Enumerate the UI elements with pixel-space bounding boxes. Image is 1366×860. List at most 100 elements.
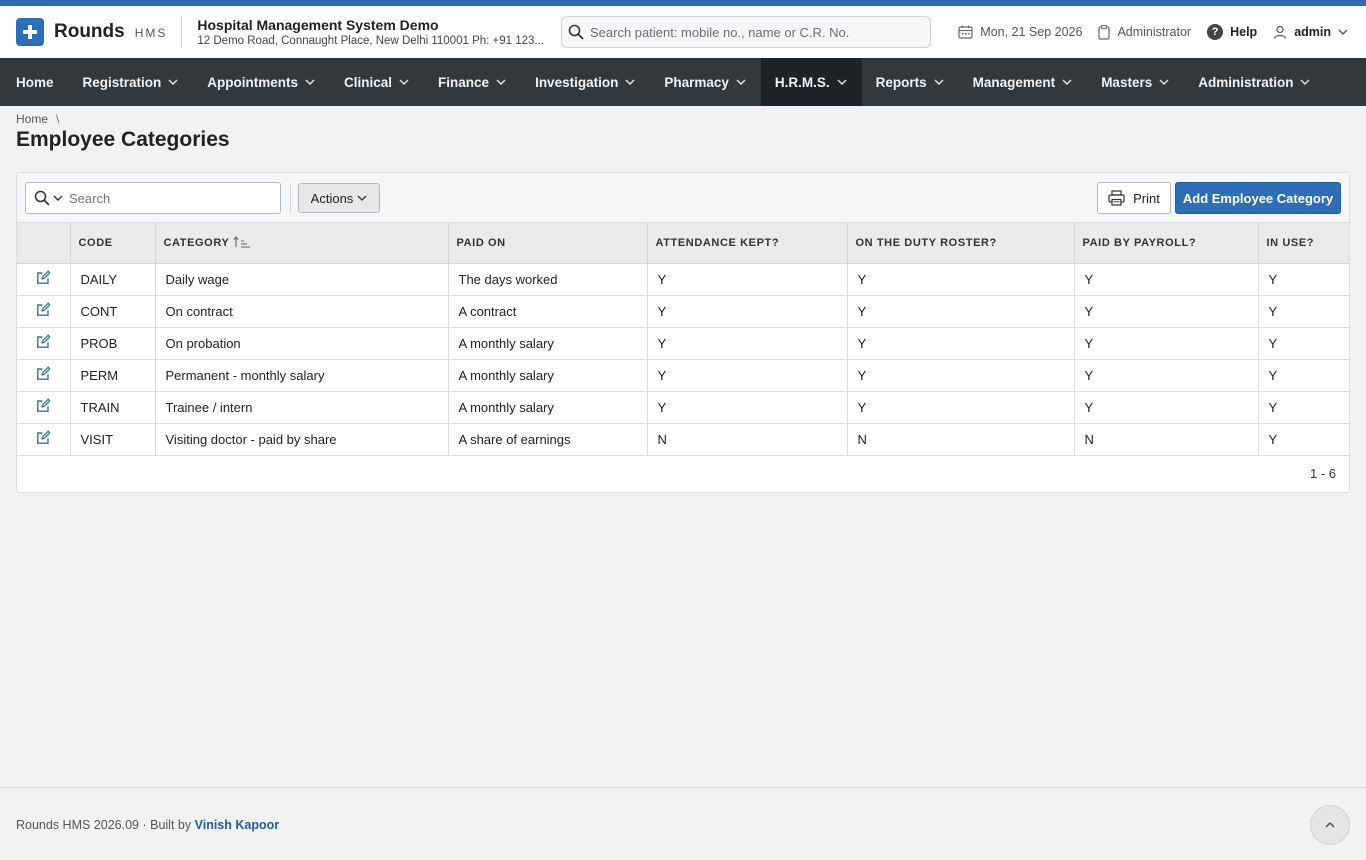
chevron-down-icon[interactable] — [53, 193, 63, 203]
breadcrumb-separator: \ — [56, 112, 60, 126]
edit-row-button[interactable] — [17, 359, 71, 392]
nav-registration[interactable]: Registration — [69, 58, 194, 106]
sort-ascending-icon — [233, 236, 251, 248]
page-title: Employee Categories — [16, 128, 230, 151]
cell-duty-roster: Y — [847, 391, 1075, 424]
column-header-label: CATEGORY — [163, 237, 230, 250]
nav-clinical[interactable]: Clinical — [330, 58, 424, 106]
cell-paid-on: A monthly salary — [448, 327, 648, 360]
nav-hrms[interactable]: H.R.M.S. — [760, 58, 862, 106]
edit-icon — [36, 334, 51, 348]
cell-category: Trainee / intern — [155, 391, 449, 424]
edit-row-button[interactable] — [17, 263, 71, 296]
nav-pharmacy[interactable]: Pharmacy — [650, 58, 761, 106]
nav-finance[interactable]: Finance — [424, 58, 521, 106]
cell-in-use: Y — [1258, 295, 1349, 328]
patient-search-input[interactable] — [590, 24, 920, 40]
edit-row-button[interactable] — [17, 423, 71, 456]
nav-label: Administration — [1198, 74, 1294, 90]
table-search-input[interactable] — [69, 190, 259, 206]
nav-masters[interactable]: Masters — [1087, 58, 1184, 106]
column-header-paid-on[interactable]: PAID ON — [448, 223, 648, 264]
logo-plus-icon[interactable] — [16, 18, 44, 46]
cell-attendance-kept: Y — [647, 327, 848, 360]
column-header-attendance-kept[interactable]: ATTENDANCE KEPT? — [647, 223, 848, 264]
nav-home[interactable]: Home — [2, 58, 69, 106]
footer: Rounds HMS 2026.09 · Built by Vinish Kap… — [0, 787, 1366, 860]
clipboard-icon — [1098, 24, 1111, 40]
cell-attendance-kept: Y — [647, 391, 848, 424]
breadcrumb: Home \ — [16, 112, 65, 126]
cell-code: PROB — [70, 327, 156, 360]
column-header-in-use[interactable]: IN USE? — [1258, 223, 1349, 264]
pagination-range: 1 - 6 — [1309, 466, 1336, 481]
footer-author-link[interactable]: Vinish Kapoor — [195, 818, 280, 832]
user-menu[interactable]: admin — [1273, 25, 1348, 39]
chevron-down-icon — [399, 79, 409, 85]
patient-search-box[interactable] — [561, 16, 931, 48]
search-icon — [568, 24, 584, 40]
scroll-to-top-button[interactable] — [1310, 805, 1350, 845]
nav-label: Appointments — [207, 74, 299, 90]
nav-label: Home — [16, 74, 54, 90]
cell-in-use: Y — [1258, 423, 1349, 456]
role-display[interactable]: Administrator — [1098, 24, 1191, 40]
main-nav: Home Registration Appointments Clinical … — [0, 58, 1366, 106]
cell-attendance-kept: Y — [647, 359, 848, 392]
edit-row-button[interactable] — [17, 295, 71, 328]
nav-label: Clinical — [344, 74, 393, 90]
nav-label: Investigation — [535, 74, 619, 90]
column-header-duty-roster[interactable]: ON THE DUTY ROSTER? — [847, 223, 1075, 264]
chevron-down-icon — [357, 195, 367, 201]
cell-duty-roster: Y — [847, 359, 1075, 392]
cell-paid-by-payroll: Y — [1074, 327, 1259, 360]
cell-code: VISIT — [70, 423, 156, 456]
breadcrumb-home[interactable]: Home — [16, 112, 48, 126]
header-divider — [181, 16, 183, 48]
cell-in-use: Y — [1258, 359, 1349, 392]
edit-row-button[interactable] — [17, 391, 71, 424]
help-link[interactable]: ? Help — [1207, 24, 1257, 40]
cell-attendance-kept: Y — [647, 263, 848, 296]
search-icon[interactable] — [34, 190, 50, 206]
nav-appointments[interactable]: Appointments — [193, 58, 330, 106]
edit-row-button[interactable] — [17, 327, 71, 360]
cell-code: TRAIN — [70, 391, 156, 424]
footer-built-by: · Built by — [142, 818, 192, 832]
cell-category: Permanent - monthly salary — [155, 359, 449, 392]
nav-administration[interactable]: Administration — [1184, 58, 1325, 106]
cell-in-use: Y — [1258, 327, 1349, 360]
cell-paid-on: A contract — [448, 295, 648, 328]
footer-version: Rounds HMS 2026.09 — [16, 818, 139, 832]
chevron-down-icon — [496, 79, 506, 85]
hospital-title: Hospital Management System Demo — [197, 17, 439, 33]
cell-in-use: Y — [1258, 391, 1349, 424]
nav-investigation[interactable]: Investigation — [521, 58, 650, 106]
column-header-edit — [17, 223, 71, 264]
hospital-info: Hospital Management System Demo 12 Demo … — [197, 17, 555, 47]
table-row: PERM Permanent - monthly salary A monthly … — [17, 359, 1349, 392]
column-header-code[interactable]: CODE — [70, 223, 156, 264]
column-header-paid-by-payroll[interactable]: PAID BY PAYROLL? — [1074, 223, 1259, 264]
chevron-down-icon — [934, 79, 944, 85]
brand-name[interactable]: Rounds — [54, 21, 125, 43]
cell-duty-roster: Y — [847, 263, 1075, 296]
print-button[interactable]: Print — [1097, 182, 1171, 214]
column-header-category[interactable]: CATEGORY — [155, 223, 449, 264]
nav-label: H.R.M.S. — [774, 74, 830, 90]
cell-paid-on: A monthly salary — [448, 359, 648, 392]
table-row: PROB On probation A monthly salary Y Y Y Y — [17, 327, 1349, 360]
employee-categories-table: CODE CATEGORY PAID ON ATTENDANCE KEPT? O… — [17, 223, 1349, 456]
cell-paid-by-payroll: Y — [1074, 263, 1259, 296]
actions-button[interactable]: Actions — [298, 183, 380, 213]
chevron-down-icon — [168, 79, 178, 85]
chevron-down-icon — [1338, 29, 1348, 35]
edit-icon — [36, 302, 51, 316]
chevron-down-icon — [305, 79, 315, 85]
user-name: admin — [1294, 25, 1331, 39]
add-employee-category-button[interactable]: Add Employee Category — [1175, 182, 1341, 214]
nav-management[interactable]: Management — [959, 58, 1088, 106]
nav-reports[interactable]: Reports — [862, 58, 959, 106]
report-card: Actions Print Add Employee Category CODE… — [16, 172, 1350, 493]
table-search-box[interactable] — [25, 182, 281, 214]
